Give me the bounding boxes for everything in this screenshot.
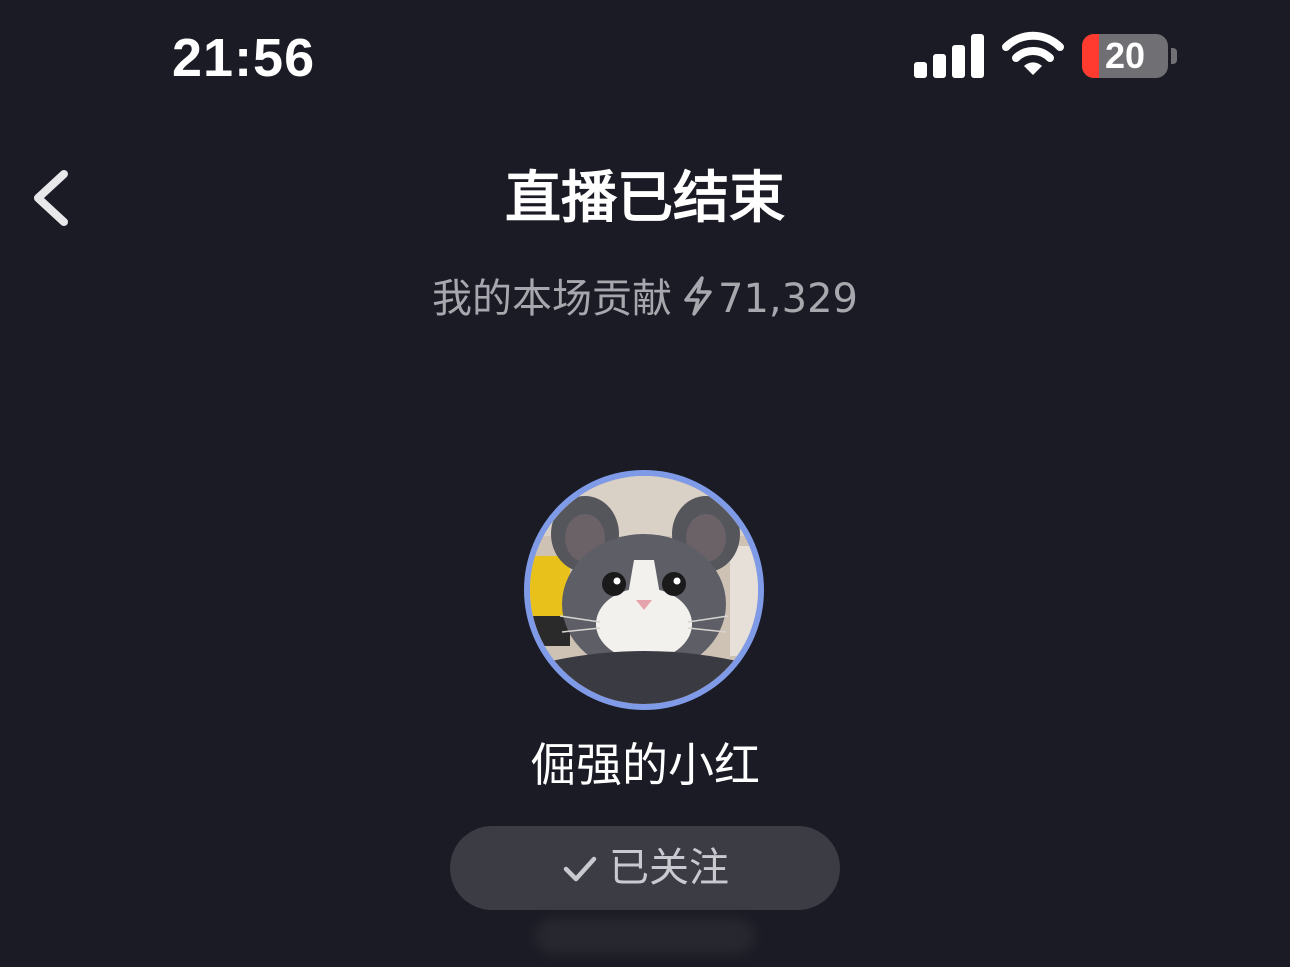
avatar[interactable] — [530, 476, 758, 704]
contribution-summary: 我的本场贡献 71,329 — [0, 274, 1290, 324]
obscured-text — [535, 918, 755, 954]
cat-avatar-image — [530, 476, 758, 704]
contribution-label: 我的本场贡献 — [432, 276, 673, 322]
lightning-icon — [680, 276, 716, 316]
wifi-icon — [1002, 30, 1064, 78]
battery-indicator: 20 — [1082, 34, 1168, 78]
host-name: 倔强的小红 — [530, 738, 760, 792]
checkmark-icon — [563, 856, 597, 882]
battery-level-text: 20 — [1104, 35, 1146, 76]
cellular-signal-icon — [914, 34, 984, 78]
contribution-value: 71,329 — [718, 276, 858, 322]
status-time: 21:56 — [172, 28, 316, 88]
following-button[interactable]: 已关注 — [450, 826, 840, 910]
battery-cap — [1171, 48, 1177, 64]
following-button-label: 已关注 — [609, 845, 729, 891]
page-title: 直播已结束 — [505, 166, 785, 231]
